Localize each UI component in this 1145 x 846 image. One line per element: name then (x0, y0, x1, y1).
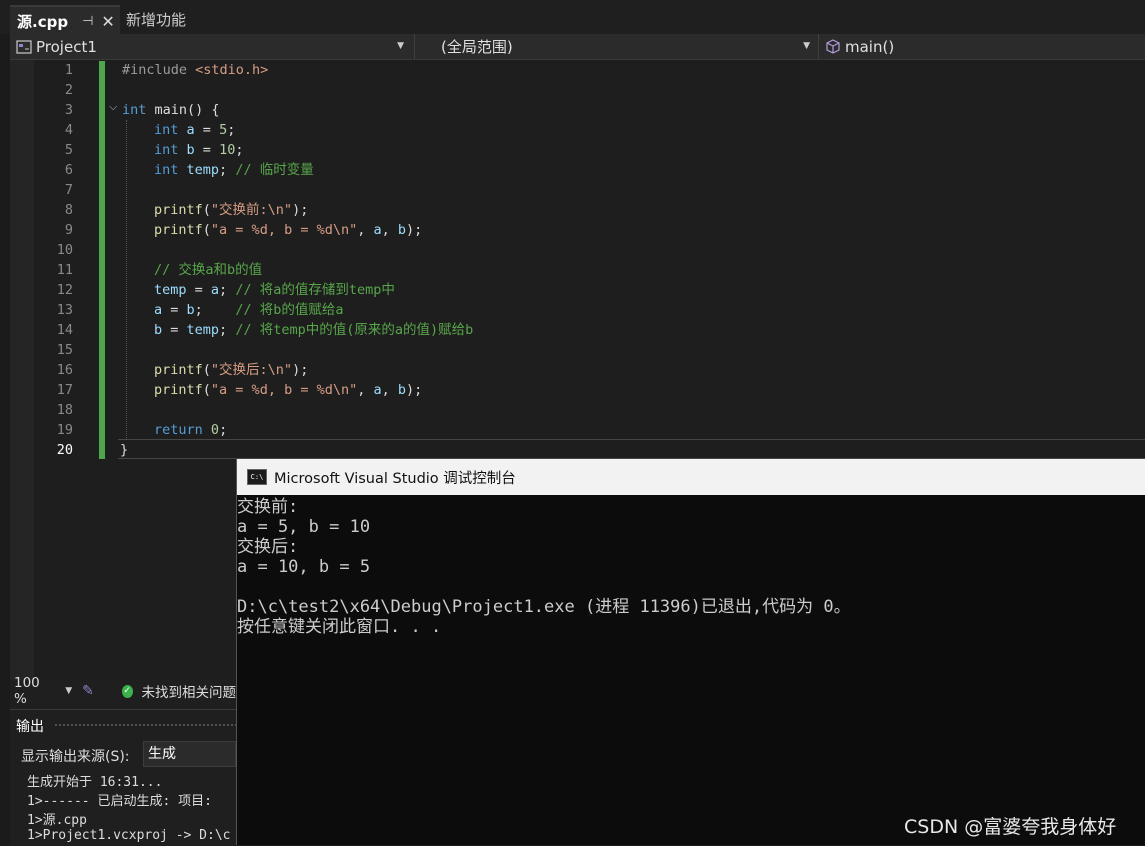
output-pane: 输出 显示输出来源(S): 生成 生成开始于 16:31... 1>------… (10, 709, 236, 846)
line-number: 13 (56, 302, 73, 318)
line-number: 18 (56, 402, 73, 418)
tab-label: 新增功能 (126, 11, 187, 29)
console-title-bar[interactable]: C:\ Microsoft Visual Studio 调试控制台 (237, 459, 1145, 495)
tab-label: 源.cpp (17, 13, 69, 31)
project-name: Project1 (36, 37, 97, 56)
code-cleanup-icon[interactable]: ✎ (82, 683, 94, 699)
cube-icon (826, 38, 840, 54)
code-line[interactable]: printf("a = %d, b = %d\n", a, b); (154, 220, 422, 240)
console-title: Microsoft Visual Studio 调试控制台 (274, 470, 516, 487)
current-line-highlight (118, 439, 1145, 459)
console-line: 交换前: (237, 497, 299, 517)
console-line: 按任意键关闭此窗口. . . (237, 617, 442, 637)
function-name: main() (845, 37, 895, 56)
line-number: 14 (56, 322, 73, 338)
line-number: 9 (64, 222, 73, 238)
line-number: 5 (64, 142, 73, 158)
editor-status-bar: 100 % ▼ ✎ ✓ 未找到相关问题 (10, 675, 237, 707)
code-line[interactable]: int b = 10; (154, 140, 243, 160)
line-number: 7 (64, 182, 73, 198)
zoom-level[interactable]: 100 % (14, 675, 49, 707)
line-number: 20 (56, 442, 73, 458)
console-line: a = 10, b = 5 (237, 557, 371, 577)
project-icon (16, 39, 32, 54)
console-line: a = 5, b = 10 (237, 517, 371, 537)
line-number: 19 (56, 422, 73, 438)
output-line: 1>------ 已启动生成: 项目: (27, 794, 212, 809)
output-line: 生成开始于 16:31... (27, 775, 163, 790)
project-dropdown[interactable]: Project1 ▼ (10, 34, 410, 59)
function-dropdown[interactable]: main() (818, 34, 1145, 59)
line-number: 11 (56, 262, 73, 278)
scope-dropdown[interactable]: (全局范围) ▼ (414, 34, 816, 59)
code-line[interactable]: #include <stdio.h> (122, 60, 268, 80)
line-number: 8 (64, 202, 73, 218)
code-line[interactable]: b = temp; // 将temp中的值(原来的a的值)赋给b (154, 320, 473, 340)
line-number: 17 (56, 382, 73, 398)
check-icon: ✓ (121, 684, 133, 698)
line-number: 3 (64, 102, 73, 118)
indent-guide (126, 120, 127, 440)
code-line[interactable]: // 交换a和b的值 (154, 260, 262, 280)
console-line: 交换后: (237, 537, 299, 557)
chevron-down-icon[interactable]: ▼ (65, 686, 72, 696)
output-line: 1>Project1.vcxproj -> D:\c (27, 828, 231, 843)
line-number: 1 (64, 62, 73, 78)
navigation-bar: Project1 ▼ (全局范围) ▼ main() (10, 34, 1145, 60)
code-line[interactable]: printf("交换后:\n"); (154, 360, 308, 380)
chevron-down-icon: ▼ (803, 41, 810, 51)
code-line[interactable]: temp = a; // 将a的值存储到temp中 (154, 280, 395, 300)
line-number: 16 (56, 362, 73, 378)
code-line[interactable]: printf("交换前:\n"); (154, 200, 308, 220)
tab-whats-new[interactable]: 新增功能 (120, 5, 244, 34)
code-line[interactable]: int temp; // 临时变量 (154, 160, 314, 180)
scope-name: (全局范围) (441, 38, 513, 56)
chevron-down-icon: ▼ (397, 41, 404, 51)
watermark: CSDN @富婆夸我身体好 (904, 816, 1117, 838)
line-number: 15 (56, 342, 73, 358)
fold-chevron-icon[interactable]: ⌵ (109, 100, 117, 114)
tab-source-cpp[interactable]: 源.cpp ⊣ ✕ (10, 5, 120, 36)
line-number: 6 (64, 162, 73, 178)
output-source-select[interactable]: 生成 (143, 741, 236, 767)
code-line[interactable]: a = b; // 将b的值赋给a (154, 300, 343, 320)
code-line[interactable]: int a = 5; (154, 120, 235, 140)
close-icon[interactable]: ✕ (101, 12, 114, 31)
issues-status[interactable]: 未找到相关问题 (142, 681, 237, 701)
code-line[interactable]: int main() { (122, 100, 220, 120)
output-source-label: 显示输出来源(S): (21, 749, 130, 765)
code-line[interactable]: } (120, 440, 128, 460)
console-app-icon: C:\ (247, 469, 267, 485)
debug-console-window[interactable]: C:\ Microsoft Visual Studio 调试控制台 交换前: a… (236, 459, 1145, 845)
console-line: D:\c\test2\x64\Debug\Project1.exe (进程 11… (237, 597, 851, 617)
line-number: 4 (64, 122, 73, 138)
pin-icon[interactable]: ⊣ (82, 14, 93, 29)
code-line[interactable]: printf("a = %d, b = %d\n", a, b); (154, 380, 422, 400)
pane-grip[interactable] (54, 723, 236, 728)
line-number: 10 (56, 242, 73, 258)
left-strip (0, 34, 10, 845)
output-line: 1>源.cpp (27, 813, 87, 828)
change-tracking-bar (99, 61, 105, 459)
code-line[interactable]: return 0; (154, 420, 227, 440)
line-number: 2 (64, 82, 73, 98)
line-number: 12 (56, 282, 73, 298)
output-title: 输出 (16, 719, 44, 735)
